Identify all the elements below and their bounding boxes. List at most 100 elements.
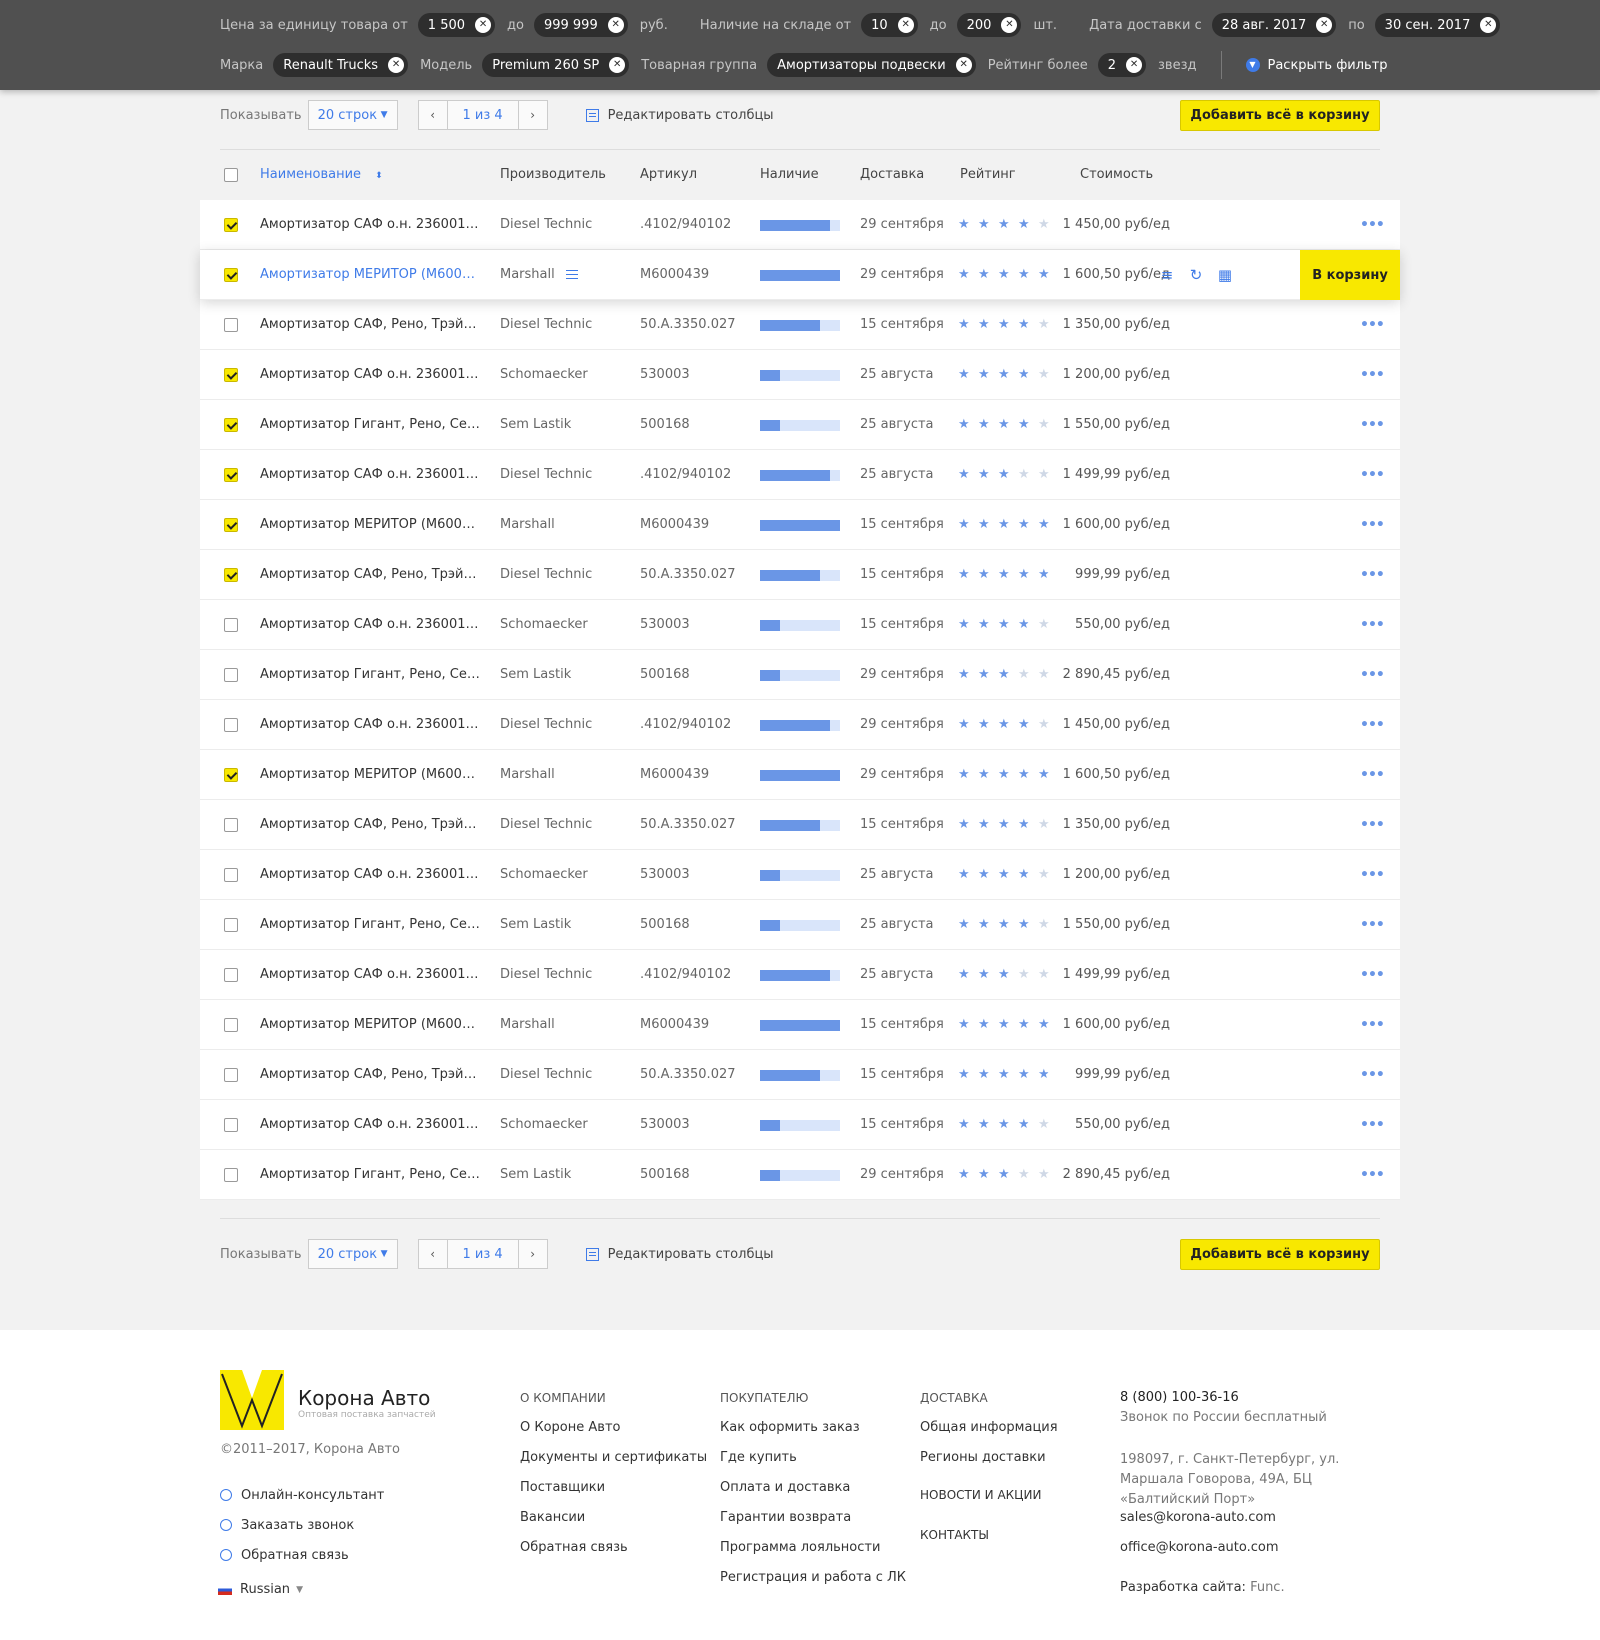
row-checkbox[interactable] <box>224 1168 238 1182</box>
more-options-icon[interactable]: ••• <box>1360 568 1385 582</box>
more-options-icon[interactable]: ••• <box>1360 218 1385 232</box>
add-all-to-cart-button[interactable]: Добавить всё в корзину <box>1180 99 1380 131</box>
email-office[interactable]: office@korona-auto.com <box>1120 1540 1400 1570</box>
row-checkbox[interactable] <box>224 868 238 882</box>
table-row[interactable]: Амортизатор САФ о.н. 236001800 Schomaecke… <box>200 600 1400 650</box>
edit-columns-button[interactable]: Редактировать столбцы <box>585 1247 774 1262</box>
column-header-article[interactable]: Артикул <box>640 160 697 190</box>
news-link[interactable]: НОВОСТИ И АКЦИИ <box>920 1480 1058 1520</box>
rows-per-page-select[interactable]: 20 строк ▼ <box>307 1239 398 1269</box>
clear-icon[interactable]: ✕ <box>955 57 972 73</box>
phone-number[interactable]: 8 (800) 100-36-16 <box>1120 1390 1400 1410</box>
clear-icon[interactable]: ✕ <box>609 57 626 73</box>
footer-link[interactable]: Вакансии <box>520 1510 707 1540</box>
clear-icon[interactable]: ✕ <box>475 17 492 33</box>
calendar-icon[interactable]: ▦ <box>1216 266 1234 284</box>
add-all-to-cart-button[interactable]: Добавить всё в корзину <box>1180 1238 1380 1270</box>
language-select[interactable]: Russian ▼ <box>218 1582 303 1597</box>
table-row[interactable]: Амортизатор САФ о.н. 236001800 Schomaecke… <box>200 1100 1400 1150</box>
table-row[interactable]: Амортизатор Гигант, Рено, Сег-... Sem Las… <box>200 650 1400 700</box>
prev-page-button[interactable]: ‹ <box>417 1239 448 1269</box>
table-row[interactable]: Амортизатор Гигант, Рено, Сег-... Sem Las… <box>200 900 1400 950</box>
table-row[interactable]: Амортизатор Гигант, Рено, Сег-... Sem Las… <box>200 1150 1400 1200</box>
clear-icon[interactable]: ✕ <box>1001 17 1018 33</box>
row-checkbox[interactable] <box>224 668 238 682</box>
row-checkbox[interactable] <box>224 368 238 382</box>
clear-icon[interactable]: ✕ <box>388 57 405 73</box>
footer-link[interactable]: Как оформить заказ <box>720 1420 906 1450</box>
footer-link[interactable]: Оплата и доставка <box>720 1480 906 1510</box>
clear-icon[interactable]: ✕ <box>607 17 624 33</box>
product-name[interactable]: Амортизатор САФ о.н. 236001800 <box>260 350 480 400</box>
column-header-name[interactable]: Наименование ⬍ <box>260 160 383 190</box>
table-row[interactable]: Амортизатор САФ о.н. 236001800 Diesel Tec… <box>200 950 1400 1000</box>
product-name[interactable]: Амортизатор САФ, Рено, Трэйлор... <box>260 550 480 600</box>
more-options-icon[interactable]: ••• <box>1360 718 1385 732</box>
product-name[interactable]: Амортизатор САФ, Рено, Трэйлор... <box>260 800 480 850</box>
more-options-icon[interactable]: ••• <box>1360 1018 1385 1032</box>
rows-per-page-select[interactable]: 20 строк ▼ <box>307 100 398 130</box>
clear-icon[interactable]: ✕ <box>1316 17 1333 33</box>
contacts-link[interactable]: КОНТАКТЫ <box>920 1520 1058 1560</box>
column-header-stock[interactable]: Наличие <box>760 160 819 190</box>
table-row[interactable]: Амортизатор МЕРИТОР (M6000439) Marshall M6… <box>200 250 1400 300</box>
footer-link[interactable]: Гарантии возврата <box>720 1510 906 1540</box>
product-name[interactable]: Амортизатор МЕРИТОР (M6000439) <box>260 1000 480 1050</box>
product-name[interactable]: Амортизатор САФ о.н. 236001800 <box>260 1100 480 1150</box>
row-checkbox[interactable] <box>224 518 238 532</box>
note-icon[interactable] <box>566 270 578 279</box>
row-checkbox[interactable] <box>224 468 238 482</box>
more-options-icon[interactable]: ••• <box>1360 618 1385 632</box>
table-row[interactable]: Амортизатор САФ о.н. 236001800 Diesel Tec… <box>200 200 1400 250</box>
column-header-delivery[interactable]: Доставка <box>860 160 924 190</box>
footer-link[interactable]: О Короне Авто <box>520 1420 707 1450</box>
more-options-icon[interactable]: ••• <box>1360 1068 1385 1082</box>
product-name[interactable]: Амортизатор САФ о.н. 236001800 <box>260 700 480 750</box>
brand-chip[interactable]: Renault Trucks ✕ <box>273 53 409 77</box>
product-name[interactable]: Амортизатор Гигант, Рено, Сег-... <box>260 400 480 450</box>
column-header-price[interactable]: Стоимость <box>1080 160 1153 190</box>
product-name[interactable]: Амортизатор МЕРИТОР (M6000439) <box>260 750 480 800</box>
row-checkbox[interactable] <box>224 268 238 282</box>
product-name[interactable]: Амортизатор МЕРИТОР (M6000439) <box>260 250 480 300</box>
online-consultant-link[interactable]: Онлайн-консультант <box>220 1480 384 1510</box>
more-options-icon[interactable]: ••• <box>1360 868 1385 882</box>
more-options-icon[interactable]: ••• <box>1360 468 1385 482</box>
table-row[interactable]: Амортизатор Гигант, Рено, Сег-... Sem Las… <box>200 400 1400 450</box>
email-sales[interactable]: sales@korona-auto.com <box>1120 1510 1400 1540</box>
product-name[interactable]: Амортизатор САФ о.н. 236001800 <box>260 950 480 1000</box>
more-options-icon[interactable]: ••• <box>1360 768 1385 782</box>
footer-link[interactable]: Регистрация и работа с ЛК <box>720 1570 906 1600</box>
edit-columns-button[interactable]: Редактировать столбцы <box>585 108 774 123</box>
row-checkbox[interactable] <box>224 1118 238 1132</box>
more-options-icon[interactable]: ••• <box>1360 668 1385 682</box>
group-chip[interactable]: Амортизаторы подвески ✕ <box>767 53 976 77</box>
footer-link[interactable]: Обратная связь <box>520 1540 707 1570</box>
notes-icon[interactable]: ≡ <box>1158 266 1176 284</box>
column-header-rating[interactable]: Рейтинг <box>960 160 1016 190</box>
delivery-to-chip[interactable]: 30 сен. 2017 ✕ <box>1374 13 1501 37</box>
stock-from-chip[interactable]: 10 ✕ <box>861 13 918 37</box>
table-row[interactable]: Амортизатор МЕРИТОР (M6000439) Marshall M6… <box>200 750 1400 800</box>
footer-link[interactable]: Общая информация <box>920 1420 1058 1450</box>
product-name[interactable]: Амортизатор САФ, Рено, Трэйлор... <box>260 1050 480 1100</box>
table-row[interactable]: Амортизатор САФ, Рено, Трэйлор... Diesel … <box>200 300 1400 350</box>
feedback-link[interactable]: Обратная связь <box>220 1540 384 1570</box>
rating-chip[interactable]: 2 ✕ <box>1097 53 1147 77</box>
more-options-icon[interactable]: ••• <box>1360 418 1385 432</box>
more-options-icon[interactable]: ••• <box>1360 1168 1385 1182</box>
more-options-icon[interactable]: ••• <box>1360 318 1385 332</box>
product-name[interactable]: Амортизатор Гигант, Рено, Сег-... <box>260 650 480 700</box>
row-checkbox[interactable] <box>224 618 238 632</box>
table-row[interactable]: Амортизатор САФ о.н. 236001800 Diesel Tec… <box>200 450 1400 500</box>
table-row[interactable]: Амортизатор САФ о.н. 236001800 Schomaecke… <box>200 850 1400 900</box>
row-checkbox[interactable] <box>224 418 238 432</box>
expand-filter-button[interactable]: ▼ Раскрыть фильтр <box>1245 58 1388 73</box>
table-row[interactable]: Амортизатор САФ, Рено, Трэйлор... Diesel … <box>200 1050 1400 1100</box>
row-checkbox[interactable] <box>224 768 238 782</box>
table-row[interactable]: Амортизатор САФ о.н. 236001800 Diesel Tec… <box>200 700 1400 750</box>
footer-link[interactable]: Программа лояльности <box>720 1540 906 1570</box>
clear-icon[interactable]: ✕ <box>1126 57 1143 73</box>
product-name[interactable]: Амортизатор САФ о.н. 236001800 <box>260 600 480 650</box>
developer-link[interactable]: Func. <box>1250 1580 1285 1595</box>
